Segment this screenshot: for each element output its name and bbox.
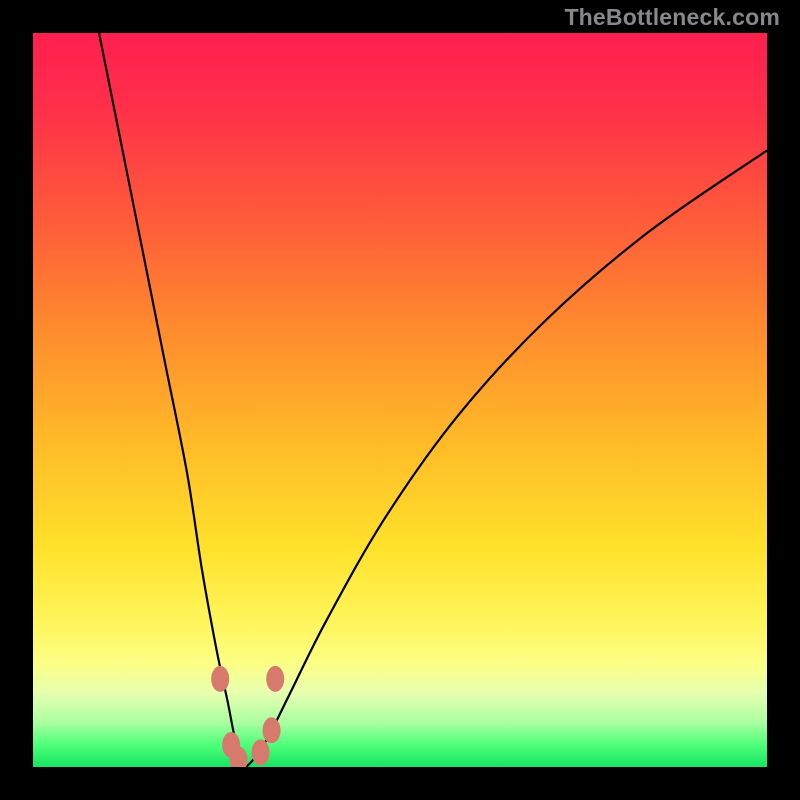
- highlight-dot: [266, 666, 284, 692]
- chart-frame: TheBottleneck.com: [0, 0, 800, 800]
- highlight-dot: [211, 666, 229, 692]
- watermark-text: TheBottleneck.com: [564, 4, 780, 31]
- plot-area: [33, 33, 767, 767]
- highlight-dot: [252, 739, 270, 765]
- highlight-dot: [263, 717, 281, 743]
- highlight-dots: [33, 33, 767, 767]
